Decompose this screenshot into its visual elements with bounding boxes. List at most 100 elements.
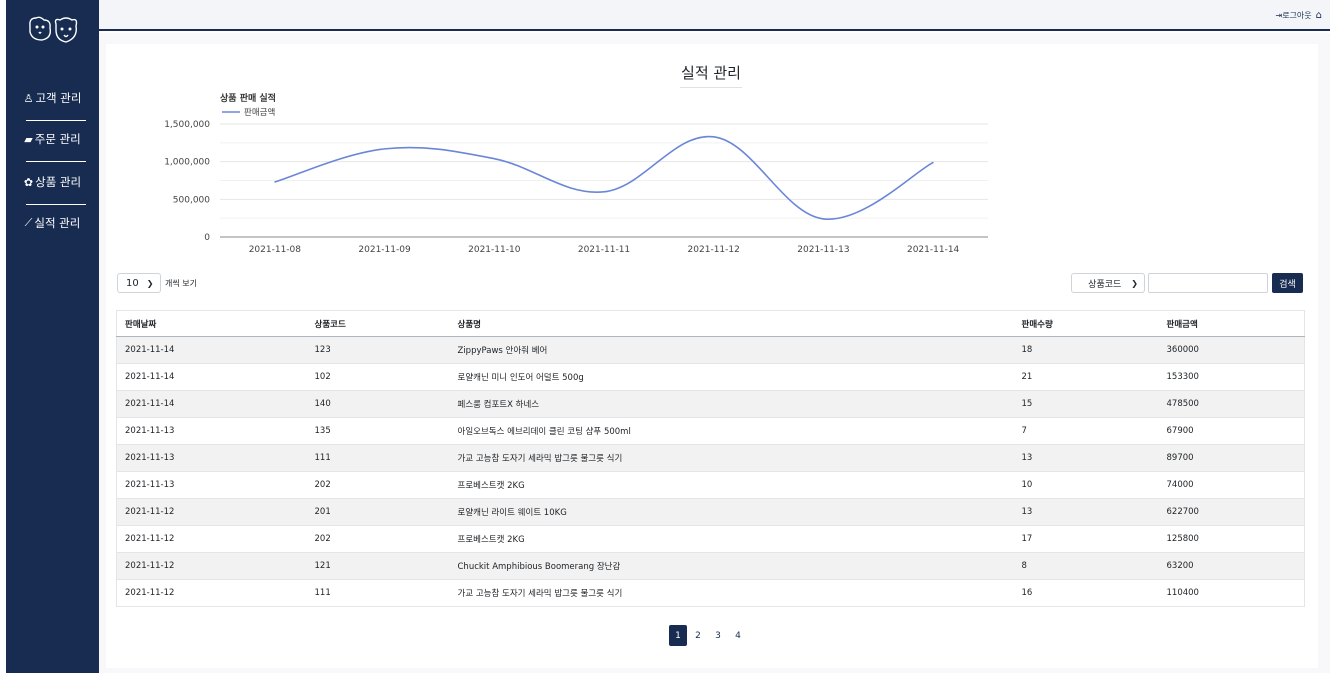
table-cell: 로얄캐닌 미니 인도어 어덜트 500g — [449, 363, 1014, 391]
data-point — [603, 191, 605, 193]
table-cell: 13 — [1013, 498, 1159, 526]
table-cell: 111 — [306, 444, 450, 472]
sales-line-chart: 상품 판매 실적판매금액 0 500,000 1,000,000 1,500,000 20… — [164, 92, 988, 255]
header-actions: ⇥로그아웃 ⌂ — [1275, 10, 1322, 21]
table-row: 2021-11-12 121 Chuckit Amphibious Boomeran… — [116, 552, 1305, 580]
table-cell: 18 — [1013, 336, 1159, 364]
search-field-select[interactable]: 상품코드 ❯ — [1071, 273, 1145, 293]
table-cell: 프로베스트캣 2KG — [449, 471, 1014, 499]
table-cell: 622700 — [1158, 498, 1305, 526]
sidebar-item-label: 주문 관리 — [34, 132, 81, 146]
table-cell: 가교 고능참 도자기 세라믹 밥그릇 물그릇 식기 — [449, 444, 1014, 472]
table-cell: Chuckit Amphibious Boomerang 장난감 — [449, 552, 1014, 580]
table-cell: 360000 — [1158, 336, 1305, 364]
table-row: 2021-11-13 135 아일오브독스 에브리데이 클린 코팅 샴푸 500ml… — [116, 417, 1305, 445]
table-cell: 로얄캐닌 라이트 웨이트 10KG — [449, 498, 1014, 526]
column-header-name[interactable]: 상품명 — [449, 310, 1014, 337]
table-row: 2021-11-12 201 로얄캐닌 라이트 웨이트 10KG 13 622700 — [116, 498, 1305, 526]
series-line-sales-amount — [274, 135, 934, 220]
top-bar: ⇥로그아웃 ⌂ — [99, 0, 1330, 31]
chart-line-icon: ⟋ — [24, 216, 33, 229]
column-header-date[interactable]: 판매날짜 — [116, 310, 307, 337]
sidebar-divider — [26, 120, 86, 121]
y-tick-label: 0 — [204, 233, 210, 243]
table-cell: 2021-11-13 — [116, 417, 307, 445]
logout-link[interactable]: ⇥로그아웃 — [1275, 10, 1311, 21]
sidebar-item-orders[interactable]: ▰ 주문 관리 — [6, 127, 99, 151]
chart-title: 상품 판매 실적 — [220, 92, 276, 104]
page-length-control: 10 ❯ 개씩 보기 — [117, 273, 197, 293]
table-cell: 2021-11-14 — [116, 336, 307, 364]
table-row: 2021-11-14 140 페스룸 컴포트X 하네스 15 478500 — [116, 390, 1305, 418]
data-point — [274, 181, 276, 183]
page-button[interactable]: 3 — [709, 625, 727, 646]
table-cell: 2021-11-12 — [116, 525, 307, 553]
table-cell: 140 — [306, 390, 450, 418]
column-header-amount[interactable]: 판매금액 — [1158, 310, 1305, 337]
page-length-value: 10 — [126, 277, 139, 289]
y-tick-label: 1,500,000 — [164, 120, 210, 130]
pagination: 1234 — [669, 625, 747, 646]
sidebar-item-label: 실적 관리 — [34, 216, 81, 230]
search-input[interactable] — [1148, 273, 1268, 293]
chevron-down-icon: ❯ — [1131, 278, 1138, 288]
table-cell: 아일오브독스 에브리데이 클린 코팅 샴푸 500ml — [449, 417, 1014, 445]
page-button[interactable]: 1 — [669, 625, 687, 646]
table-cell: 2021-11-12 — [116, 498, 307, 526]
data-point — [383, 148, 386, 150]
column-header-code[interactable]: 상품코드 — [306, 310, 450, 337]
table-cell: 2021-11-14 — [116, 363, 307, 391]
table-cell: 121 — [306, 552, 450, 580]
table-cell: 110400 — [1158, 579, 1305, 607]
column-header-qty[interactable]: 판매수량 — [1013, 310, 1159, 337]
table-row: 2021-11-13 111 가교 고능참 도자기 세라믹 밥그릇 물그릇 식기 13… — [116, 444, 1305, 472]
sidebar-divider — [26, 161, 86, 162]
data-point — [493, 158, 495, 160]
table-cell: 201 — [306, 498, 450, 526]
table-cell: 프로베스트캣 2KG — [449, 525, 1014, 553]
table-cell: 10 — [1013, 471, 1159, 499]
table-cell: 63200 — [1158, 552, 1305, 580]
page-length-select[interactable]: 10 ❯ — [117, 273, 161, 293]
table-header-row: 판매날짜 상품코드 상품명 판매수량 판매금액 — [116, 310, 1305, 337]
gift-icon: ✿ — [23, 175, 34, 189]
sidebar-item-products[interactable]: ✿ 상품 관리 — [6, 170, 99, 194]
table-row: 2021-11-14 102 로얄캐닌 미니 인도어 어덜트 500g 21 15330… — [116, 363, 1305, 391]
table-cell: ZippyPaws 안아줘 베어 — [449, 336, 1014, 364]
table-cell: 13 — [1013, 444, 1159, 472]
y-tick-label: 500,000 — [173, 195, 210, 205]
sidebar-item-label: 상품 관리 — [35, 175, 82, 189]
sidebar-item-sales[interactable]: ⟋ 실적 관리 — [6, 211, 99, 235]
x-tick-label: 2021-11-14 — [907, 245, 960, 255]
search-field-value: 상품코드 — [1088, 279, 1122, 290]
table-cell: 15 — [1013, 390, 1159, 418]
x-tick-label: 2021-11-09 — [358, 245, 411, 255]
x-tick-label: 2021-11-10 — [468, 245, 521, 255]
sales-table: 판매날짜 상품코드 상품명 판매수량 판매금액 2021-11-14 123 Zip… — [116, 310, 1305, 607]
table-cell: 7 — [1013, 417, 1159, 445]
table-cell: 125800 — [1158, 525, 1305, 553]
table-cell: 17 — [1013, 525, 1159, 553]
table-cell: 135 — [306, 417, 450, 445]
page-length-label: 개씩 보기 — [165, 278, 197, 288]
table-cell: 202 — [306, 471, 450, 499]
table-cell: 478500 — [1158, 390, 1305, 418]
page-button[interactable]: 2 — [689, 625, 707, 646]
x-tick-label: 2021-11-13 — [797, 245, 849, 255]
table-row: 2021-11-12 202 프로베스트캣 2KG 17 125800 — [116, 525, 1305, 553]
table-cell: 202 — [306, 525, 450, 553]
legend-label: 판매금액 — [244, 107, 275, 118]
page-button[interactable]: 4 — [729, 625, 747, 646]
chevron-down-icon: ❯ — [146, 278, 154, 288]
dog-cat-logo-icon[interactable] — [26, 14, 80, 48]
sidebar: ♙ 고객 관리 ▰ 주문 관리 ✿ 상품 관리 ⟋ 실적 관리 — [6, 0, 99, 673]
data-point — [932, 161, 934, 164]
x-tick-label: 2021-11-08 — [249, 245, 302, 255]
search-button[interactable]: 검색 — [1272, 273, 1303, 293]
table-cell: 8 — [1013, 552, 1159, 580]
page-title: 실적 관리 — [680, 58, 742, 88]
data-point — [822, 218, 825, 220]
sidebar-item-customers[interactable]: ♙ 고객 관리 — [6, 86, 99, 110]
table-row: 2021-11-14 123 ZippyPaws 안아줘 베어 18 360000 — [116, 336, 1305, 364]
home-icon[interactable]: ⌂ — [1316, 10, 1322, 21]
